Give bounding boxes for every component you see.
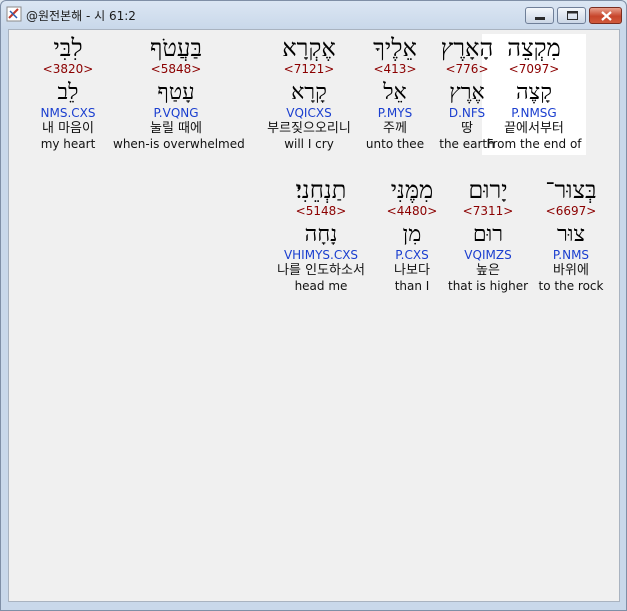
morphology-code: VHIMYS.CXS: [283, 248, 359, 262]
strong-number: <413>: [373, 62, 417, 76]
strong-number: <776>: [445, 62, 489, 76]
strong-number: <6697>: [545, 204, 597, 218]
korean-gloss: 높은: [476, 263, 500, 278]
strong-number: <5848>: [150, 62, 202, 76]
english-gloss: that is higher: [448, 279, 529, 293]
korean-gloss: 부르짖으오리니: [267, 121, 351, 136]
hebrew-lemma: עָטַף: [157, 80, 195, 105]
hebrew-lemma: צוּר: [557, 222, 585, 247]
strong-number: <3820>: [42, 62, 94, 76]
morphology-code: P.NMS: [552, 248, 590, 262]
english-gloss: than I: [394, 279, 430, 293]
interlinear-panel: מִקְצֵה <7097> קָצֶה P.NMSG 끝에서부터 From the en…: [8, 29, 620, 602]
close-icon: [601, 11, 612, 21]
korean-gloss: 나를 인도하소서: [277, 263, 365, 278]
hebrew-word: אֶקְרָא: [282, 34, 336, 62]
hebrew-word: בַּעֲטֹף: [149, 34, 203, 62]
word-cell[interactable]: יָרוּם <7311> רוּם VQIMZS 높은 that is higher: [448, 176, 528, 297]
morphology-code: D.NFS: [448, 106, 486, 120]
hebrew-word: בְּצוּר־: [545, 176, 597, 204]
morphology-code: P.CXS: [395, 248, 429, 262]
morphology-code: VQICXS: [286, 106, 332, 120]
minimize-button[interactable]: [525, 7, 554, 24]
english-gloss: the earth: [439, 137, 495, 151]
english-gloss: my heart: [40, 137, 96, 151]
korean-gloss: 나보다: [394, 263, 430, 278]
hebrew-lemma: אֶרֶץ: [449, 80, 485, 105]
strong-number: <7121>: [283, 62, 335, 76]
hebrew-word: יָרוּם: [468, 176, 508, 204]
hebrew-lemma: לֵב: [57, 80, 79, 105]
app-window: @원전본해 - 시 61:2 מִקְצֵה <7097> קָצֶה P.NMSG 끝…: [0, 0, 627, 611]
word-cell[interactable]: תַנְחֵנִי׃ <5148> נָחָה VHIMYS.CXS 나를 인도하소서 h…: [266, 176, 376, 297]
hebrew-lemma: אֵל: [383, 80, 407, 105]
hebrew-lemma: רוּם: [472, 222, 504, 247]
english-gloss: will I cry: [284, 137, 334, 151]
hebrew-word: הָאָרֶץ: [440, 34, 494, 62]
word-cell[interactable]: בְּצוּר־ <6697> צוּר P.NMS 바위에 to the rock: [534, 176, 608, 297]
close-button[interactable]: [589, 7, 622, 24]
strong-number: <7311>: [462, 204, 514, 218]
english-gloss: when-is overwhelmed: [113, 137, 245, 151]
maximize-icon: [567, 11, 578, 20]
hebrew-word: מִמֶּנִּי: [390, 176, 434, 204]
hebrew-lemma: נָחָה: [304, 222, 338, 247]
english-gloss: unto thee: [365, 137, 425, 151]
hebrew-lemma: מִן: [402, 222, 422, 247]
word-cell[interactable]: בַּעֲטֹף <5848> עָטַף P.VQNG 눌릴 때에 when-is ov…: [113, 34, 245, 155]
korean-gloss: 눌릴 때에: [150, 121, 202, 136]
korean-gloss: 주께: [383, 121, 407, 136]
morphology-code: P.VQNG: [153, 106, 199, 120]
word-cell[interactable]: מִמֶּנִּי <4480> מִן P.CXS 나보다 than I: [380, 176, 444, 297]
korean-gloss: 내 마음이: [42, 121, 94, 136]
hebrew-lemma: קָרָא: [291, 80, 327, 105]
word-cell[interactable]: אֵלֶיךָ <413> אֵל P.MYS 주께 unto thee: [364, 34, 426, 155]
minimize-icon: [535, 17, 545, 20]
strong-number: <4480>: [386, 204, 438, 218]
word-cell[interactable]: אֶקְרָא <7121> קָרָא VQICXS 부르짖으오리니 will I cr…: [254, 34, 364, 155]
english-gloss: head me: [294, 279, 348, 293]
morphology-code: NMS.CXS: [40, 106, 96, 120]
word-cell[interactable]: לִבִּי <3820> לֵב NMS.CXS 내 마음이 my heart: [28, 34, 108, 155]
title-bar[interactable]: @원전본해 - 시 61:2: [1, 1, 626, 29]
strong-number: <5148>: [295, 204, 347, 218]
window-title: @원전본해 - 시 61:2: [26, 9, 136, 23]
hebrew-word: אֵלֶיךָ: [373, 34, 417, 62]
word-cell[interactable]: הָאָרֶץ <776> אֶרֶץ D.NFS 땅 the earth: [436, 34, 498, 155]
morphology-code: VQIMZS: [464, 248, 512, 262]
english-gloss: to the rock: [538, 279, 604, 293]
app-icon: [6, 6, 22, 22]
maximize-button[interactable]: [557, 7, 586, 24]
korean-gloss: 땅: [461, 121, 473, 136]
korean-gloss: 바위에: [553, 263, 589, 278]
hebrew-word: לִבִּי: [53, 34, 83, 62]
hebrew-word: תַנְחֵנִי׃: [295, 176, 347, 204]
morphology-code: P.MYS: [377, 106, 413, 120]
